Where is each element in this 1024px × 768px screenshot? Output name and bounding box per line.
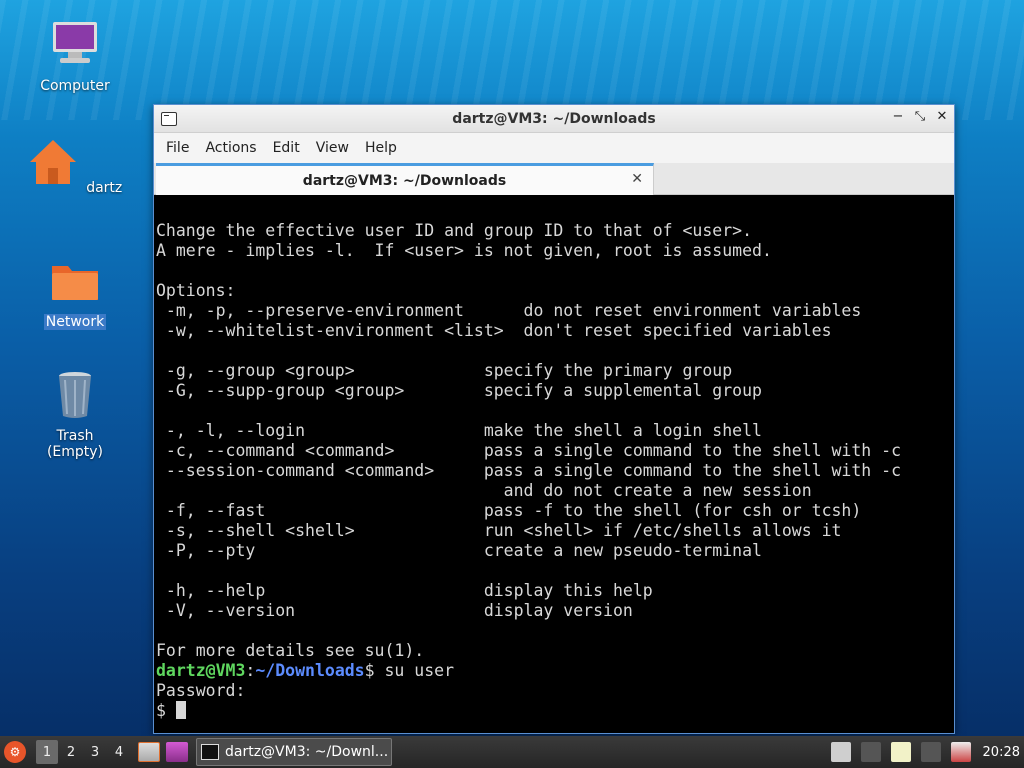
desktop-icon-label: dartz: [86, 180, 123, 196]
taskbar-task-terminal[interactable]: dartz@VM3: ~/Downl...: [196, 738, 392, 766]
tab-terminal[interactable]: dartz@VM3: ~/Downloads ✕: [156, 163, 654, 195]
terminal-window: dartz@VM3: ~/Downloads − ⤡ ✕ File Action…: [153, 104, 955, 734]
network-status-icon[interactable]: [920, 742, 941, 762]
desktop-icon-label: Network: [43, 314, 107, 330]
system-tray: 20:28: [830, 742, 1020, 762]
prompt-command: su user: [384, 661, 455, 680]
terminal-line: -P, --pty create a new pseudo-terminal: [156, 541, 762, 560]
folder-icon: [52, 266, 98, 300]
prompt-path: ~/Downloads: [255, 661, 365, 680]
wallpaper-ripples: [0, 0, 1024, 120]
terminal-line: -, -l, --login make the shell a login sh…: [156, 421, 762, 440]
terminal-line: -g, --group <group> specify the primary …: [156, 361, 733, 380]
menu-bar: File Actions Edit View Help: [154, 133, 954, 163]
terminal-output[interactable]: Change the effective user ID and group I…: [154, 197, 954, 733]
desktop-icon-home[interactable]: dartz: [25, 136, 125, 196]
file-manager-icon[interactable]: [138, 742, 160, 762]
drive-icon[interactable]: [830, 742, 851, 762]
terminal-task-icon: [201, 744, 219, 760]
terminal-line: -w, --whitelist-environment <list> don't…: [156, 321, 832, 340]
clock[interactable]: 20:28: [983, 745, 1020, 760]
clipboard-icon[interactable]: [890, 742, 911, 762]
desktop-icon-label: Computer: [40, 78, 110, 94]
prompt-userhost: dartz@VM3: [156, 661, 246, 680]
prompt-line: dartz@VM3:~/Downloads$ su user: [156, 661, 954, 681]
home-folder-icon: [29, 140, 76, 184]
menu-view[interactable]: View: [308, 140, 357, 156]
show-desktop-icon[interactable]: [166, 742, 188, 762]
menu-edit[interactable]: Edit: [265, 140, 308, 156]
terminal-line: For more details see su(1).: [156, 641, 425, 660]
window-title: dartz@VM3: ~/Downloads: [452, 110, 656, 127]
minimize-button[interactable]: −: [892, 109, 904, 124]
terminal-line: -G, --supp-group <group> specify a suppl…: [156, 381, 762, 400]
password-line: Password:: [156, 681, 246, 700]
text-cursor: [175, 701, 186, 719]
terminal-line: Change the effective user ID and group I…: [156, 221, 753, 240]
tab-close-icon[interactable]: ✕: [631, 171, 643, 187]
workspace-1[interactable]: 1: [36, 740, 58, 764]
terminal-line: -c, --command <command> pass a single co…: [156, 441, 902, 460]
terminal-line: --session-command <command> pass a singl…: [156, 461, 902, 480]
prompt-sep: :: [245, 661, 256, 680]
workspace-3[interactable]: 3: [84, 740, 106, 764]
final-prompt-line[interactable]: $: [156, 701, 954, 721]
desktop-icon-trash[interactable]: Trash (Empty): [25, 368, 125, 460]
terminal-line: A mere - implies -l. If <user> is not gi…: [156, 241, 772, 260]
menu-file[interactable]: File: [158, 140, 197, 156]
final-prompt: $: [156, 701, 176, 720]
desktop-icon-label: Trash (Empty): [46, 428, 104, 460]
tab-label: dartz@VM3: ~/Downloads: [302, 172, 507, 189]
terminal-line: -f, --fast pass -f to the shell (for csh…: [156, 501, 862, 520]
taskbar: ⚙ 1 2 3 4 dartz@VM3: ~/Downl... 20:28: [0, 736, 1024, 768]
terminal-line: -s, --shell <shell> run <shell> if /etc/…: [156, 521, 842, 540]
window-titlebar[interactable]: dartz@VM3: ~/Downloads − ⤡ ✕: [154, 105, 954, 133]
tab-bar: dartz@VM3: ~/Downloads ✕: [154, 163, 954, 195]
terminal-line: and do not create a new session: [156, 481, 812, 500]
desktop-icon-network[interactable]: Network: [25, 254, 125, 330]
prompt-symbol: $: [364, 661, 385, 680]
desktop-icon-computer[interactable]: Computer: [25, 18, 125, 94]
workspace-4[interactable]: 4: [108, 740, 130, 764]
terminal-line: -h, --help display this help: [156, 581, 653, 600]
terminal-line: -m, -p, --preserve-environment do not re…: [156, 301, 862, 320]
maximize-button[interactable]: ⤡: [914, 109, 926, 124]
menu-help[interactable]: Help: [357, 140, 405, 156]
terminal-line: Options:: [156, 281, 236, 300]
workspace-2[interactable]: 2: [60, 740, 82, 764]
trash-icon: [59, 372, 91, 418]
terminal-line: -V, --version display version: [156, 601, 633, 620]
start-menu-icon[interactable]: ⚙: [4, 741, 26, 763]
volume-icon[interactable]: [860, 742, 881, 762]
update-icon[interactable]: [950, 742, 971, 762]
task-label: dartz@VM3: ~/Downl...: [225, 744, 389, 760]
menu-actions[interactable]: Actions: [197, 140, 264, 156]
close-button[interactable]: ✕: [936, 109, 948, 124]
computer-icon: [53, 22, 97, 63]
